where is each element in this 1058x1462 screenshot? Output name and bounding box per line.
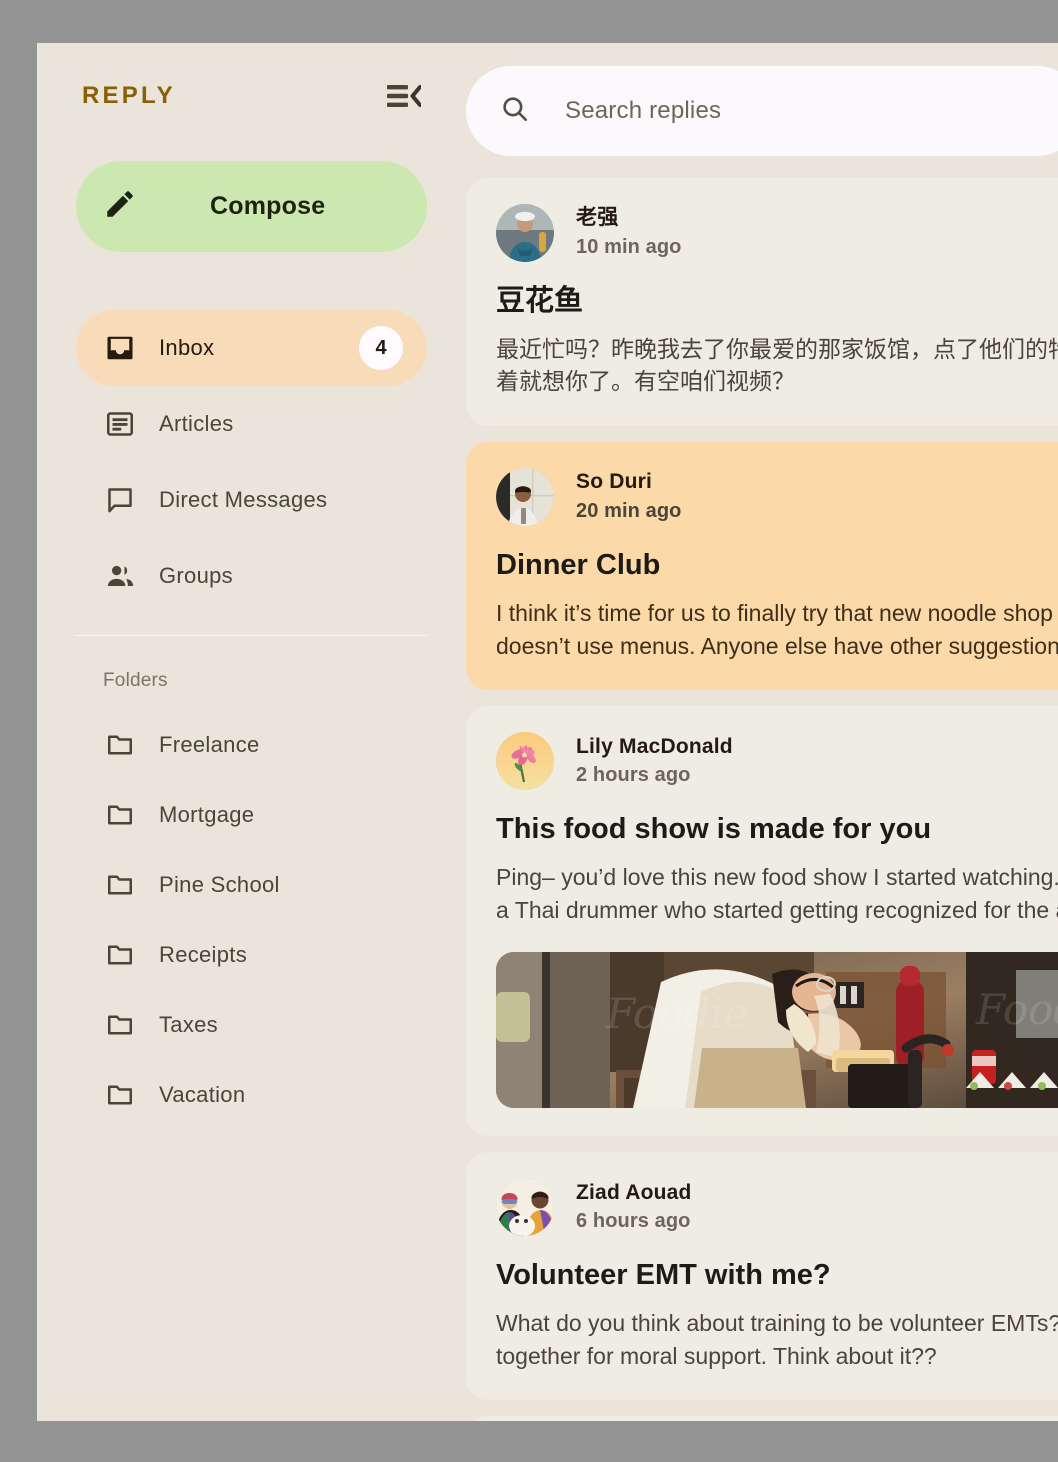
people-icon [103, 561, 137, 592]
sidebar-item-label: Groups [159, 563, 233, 588]
article-icon [103, 409, 137, 439]
mail-card-list: 老强 10 min ago 豆花鱼 最近忙吗？昨晚我去了你最爱的那家饭馆，点了他… [466, 178, 1058, 1421]
mail-card-meta: 老强 10 min ago [576, 205, 681, 260]
folder-label: Vacation [159, 1082, 246, 1107]
sidebar-item-inbox[interactable]: Inbox 4 [76, 310, 427, 386]
sidebar-item-groups[interactable]: Groups [76, 538, 427, 614]
compose-button-label: Compose [210, 192, 326, 220]
sent-time: 2 hours ago [576, 763, 691, 786]
mail-preview: 最近忙吗？昨晚我去了你最爱的那家饭馆，点了他们的特色 着就想你了。有空咱们视频？ [496, 335, 1058, 395]
compose-button[interactable]: Compose [76, 161, 427, 252]
folder-icon [103, 1080, 137, 1110]
search-input[interactable]: Search replies [466, 66, 1058, 156]
folder-icon [103, 870, 137, 900]
mail-preview: Ping– you’d love this new food show I st… [496, 864, 1058, 923]
mail-card[interactable]: Lily MacDonald 2 hours ago This food sho… [466, 706, 1058, 1137]
navigation-sidebar: REPLY Compose Inbox 4 Articles Direct Me… [37, 43, 466, 1421]
mail-card-meta: So Duri 20 min ago [576, 469, 681, 524]
pencil-icon [103, 187, 137, 226]
mail-subject: 豆花鱼 [496, 285, 584, 317]
search-placeholder-text: Search replies [565, 97, 722, 124]
mail-subject: Dinner Club [496, 549, 661, 582]
app-window: REPLY Compose Inbox 4 Articles Direct Me… [37, 43, 1058, 1421]
chat-icon [103, 485, 137, 515]
sender-name: Ziad Aouad [576, 1180, 692, 1204]
mail-card[interactable]: 老强 10 min ago 豆花鱼 最近忙吗？昨晚我去了你最爱的那家饭馆，点了他… [466, 178, 1058, 427]
sent-time: 6 hours ago [576, 1209, 691, 1232]
sent-time: 20 min ago [576, 499, 682, 522]
mail-subject: This food show is made for you [496, 813, 932, 846]
inbox-unread-badge: 4 [359, 326, 403, 370]
sidebar-divider [76, 635, 427, 636]
sidebar-folder-taxes[interactable]: Taxes [76, 990, 427, 1060]
sidebar-folder-mortgage[interactable]: Mortgage [76, 780, 427, 850]
folder-nav-list: Freelance Mortgage Pine School Receipts … [57, 710, 446, 1130]
chef-preparing-food-photo[interactable]: Foodie Food [496, 952, 1058, 1109]
folder-label: Taxes [159, 1012, 218, 1037]
sender-name: So Duri [576, 470, 653, 494]
search-icon [500, 94, 530, 129]
primary-nav-list: Inbox 4 Articles Direct Messages Groups [57, 310, 446, 614]
folders-section-caption: Folders [103, 670, 168, 691]
avatar [496, 204, 554, 262]
svg-text:Foodie: Foodie [605, 989, 749, 1038]
folder-label: Mortgage [159, 802, 255, 827]
sidebar-header: REPLY [57, 43, 446, 148]
mail-card-header: Lily MacDonald 2 hours ago [496, 732, 1054, 791]
inbox-icon [103, 333, 137, 363]
avatar [496, 732, 554, 791]
mail-subject: Volunteer EMT with me? [496, 1259, 831, 1292]
menu-collapse-icon[interactable] [387, 84, 422, 108]
mail-preview: What do you think about training to be v… [496, 1310, 1058, 1369]
mail-card[interactable]: So Duri 20 min ago Dinner Club I think i… [466, 442, 1058, 691]
sidebar-item-label: Articles [159, 411, 234, 436]
sender-name: Lily MacDonald [576, 734, 733, 758]
sidebar-folder-receipts[interactable]: Receipts [76, 920, 427, 990]
avatar [496, 468, 554, 527]
mail-card-header: Ziad Aouad 6 hours ago [496, 1178, 1054, 1237]
sidebar-item-label: Inbox [159, 335, 215, 360]
mail-card[interactable]: Ziad Aouad 6 hours ago Volunteer EMT wit… [466, 1152, 1058, 1401]
sidebar-folder-freelance[interactable]: Freelance [76, 710, 427, 780]
sent-time: 10 min ago [576, 235, 682, 258]
folder-icon [103, 940, 137, 970]
svg-text:Food: Food [975, 985, 1058, 1034]
sidebar-item-label: Direct Messages [159, 487, 328, 512]
folder-label: Receipts [159, 942, 247, 967]
mail-card-meta: Ziad Aouad 6 hours ago [576, 1180, 692, 1235]
sidebar-folder-pine-school[interactable]: Pine School [76, 850, 427, 920]
folder-icon [103, 730, 137, 760]
sidebar-item-articles[interactable]: Articles [76, 386, 427, 462]
mail-preview: I think it’s time for us to finally try … [496, 599, 1058, 659]
folder-label: Pine School [159, 872, 280, 897]
sender-name: 老强 [576, 206, 619, 230]
mail-card-header: 老强 10 min ago [496, 204, 1054, 262]
app-brand-title: REPLY [82, 81, 176, 109]
mail-list-panel: Search replies 老强 10 min ago 豆花鱼 最近忙吗？昨晚… [466, 43, 1058, 1421]
mail-card-header: So Duri 20 min ago [496, 468, 1054, 527]
mail-card[interactable] [466, 1416, 1058, 1421]
folder-label: Freelance [159, 732, 260, 757]
folder-icon [103, 1010, 137, 1040]
folder-icon [103, 800, 137, 830]
sidebar-item-direct-messages[interactable]: Direct Messages [76, 462, 427, 538]
mail-card-meta: Lily MacDonald 2 hours ago [576, 734, 733, 789]
avatar [496, 1178, 554, 1237]
sidebar-folder-vacation[interactable]: Vacation [76, 1060, 427, 1130]
